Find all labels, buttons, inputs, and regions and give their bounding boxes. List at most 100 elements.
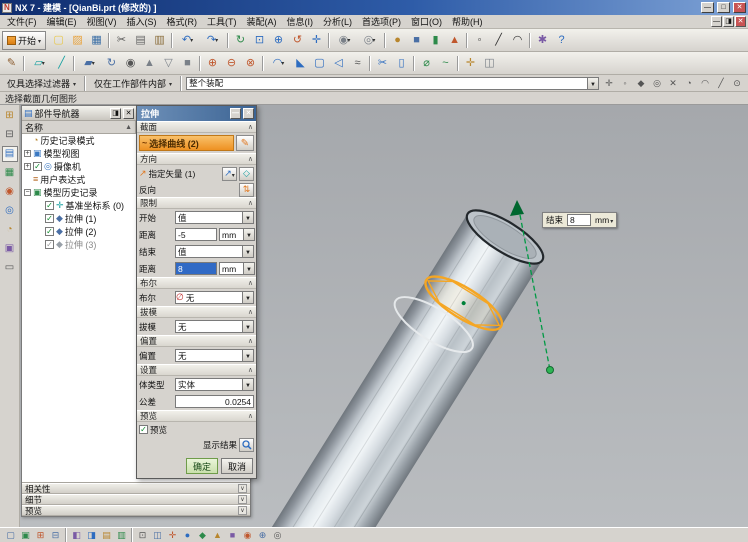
graphics-window[interactable]: Z X Y ▤ 部件导航器 名称 ▲ — [20, 105, 748, 527]
fit-view-icon[interactable]: ⊡ — [250, 31, 269, 50]
section-header-offset[interactable]: 偏置 — [137, 335, 256, 347]
close-button[interactable] — [733, 2, 746, 13]
document-close-button[interactable] — [735, 16, 746, 27]
analysis-icon[interactable]: ~ — [436, 54, 455, 73]
measure-icon[interactable]: ⌀ — [417, 54, 436, 73]
datum-plane-icon[interactable]: ▱ ▾ — [27, 54, 52, 73]
paste-icon[interactable]: ▥ — [150, 31, 169, 50]
trim-body-icon[interactable]: ✂ — [373, 54, 392, 73]
expand-chevron-icon[interactable] — [238, 484, 247, 493]
sphere-tool-icon[interactable]: ● — [388, 31, 407, 50]
new-icon[interactable]: ▢ — [49, 31, 68, 50]
start-distance-input[interactable]: -5 — [175, 228, 217, 241]
reverse-direction-button[interactable]: ⇅ — [239, 182, 254, 197]
snap-on-curve-icon[interactable]: ╱ — [713, 76, 729, 91]
cylinder-tool-icon[interactable]: ▮ — [426, 31, 445, 50]
tree-column-header[interactable]: 名称 ▲ — [22, 121, 136, 134]
navigator-section-preview[interactable]: 预览 — [22, 505, 250, 516]
point-tool-icon[interactable]: ◦ — [470, 31, 489, 50]
draft-icon[interactable]: ◁ — [329, 54, 348, 73]
arc-tool-icon[interactable]: ◠ — [508, 31, 527, 50]
dialog-close-button[interactable] — [243, 108, 254, 119]
csys-icon[interactable]: ✛ — [165, 529, 180, 542]
draft-combo[interactable]: 无 — [175, 320, 254, 333]
snapshot-icon[interactable]: ✱ — [533, 31, 552, 50]
help-icon[interactable]: ? — [552, 31, 571, 50]
selection-filter-dropdown[interactable]: 仅具选择过滤器 — [3, 77, 80, 90]
navigator-section-dependencies[interactable]: 相关性 — [22, 483, 250, 494]
section-header-settings[interactable]: 设置 — [137, 364, 256, 376]
web-browser-icon[interactable]: ◎ — [2, 203, 18, 219]
onscreen-distance-field[interactable]: 结束 8 mm — [542, 212, 618, 228]
copy-icon[interactable]: ▤ — [131, 31, 150, 50]
menu-item[interactable]: 编辑(E) — [42, 15, 82, 28]
cancel-button[interactable]: 取消 — [220, 458, 253, 474]
sketch-section-button[interactable]: ✎ — [236, 135, 254, 151]
document-minimize-button[interactable] — [711, 16, 722, 27]
pocket-icon[interactable]: ▽ — [159, 54, 178, 73]
boolean-combo[interactable]: ∅ 无 — [175, 291, 254, 304]
offset-combo[interactable]: 无 — [175, 349, 254, 362]
chamfer-icon[interactable]: ◣ — [291, 54, 310, 73]
circle-icon[interactable]: ◎ — [270, 529, 285, 542]
fit-icon[interactable]: ⊡ — [135, 529, 150, 542]
hole-icon[interactable]: ◉ — [121, 54, 140, 73]
wireframe-display-icon[interactable]: ◎ ▾ — [357, 31, 382, 50]
split-body-icon[interactable]: ▯ — [392, 54, 411, 73]
vector-constructor-button[interactable]: ↗ — [222, 166, 237, 181]
plus-icon[interactable]: ⊕ — [255, 529, 270, 542]
target-icon[interactable]: ◉ — [240, 529, 255, 542]
expand-chevron-icon[interactable] — [238, 495, 247, 504]
select-curve-button[interactable]: ~ 选择曲线 (2) — [139, 135, 234, 151]
navigator-section-details[interactable]: 细节 — [22, 494, 250, 505]
preview-checkbox[interactable] — [139, 425, 148, 434]
constraint-navigator-icon[interactable]: ⊟ — [2, 127, 18, 143]
thread-icon[interactable]: ≈ — [348, 54, 367, 73]
menu-item[interactable]: 插入(S) — [122, 15, 162, 28]
dialog-collapse-button[interactable] — [230, 108, 241, 119]
menu-item[interactable]: 帮助(H) — [447, 15, 488, 28]
part-navigator-icon[interactable]: ▤ — [1, 146, 18, 162]
menu-item[interactable]: 分析(L) — [318, 15, 357, 28]
datum-axis-icon[interactable]: ╱ — [52, 54, 71, 73]
assembly-scope-combo[interactable]: 整个装配 — [186, 76, 599, 90]
vector-dialog-button[interactable]: ◇ — [239, 166, 254, 181]
select-edge-icon[interactable]: ⊞ — [33, 529, 48, 542]
pad-icon[interactable]: ■ — [178, 54, 197, 73]
distance-drag-handle[interactable] — [546, 366, 554, 374]
feature-checkbox[interactable] — [45, 201, 54, 210]
menu-item[interactable]: 窗口(O) — [406, 15, 447, 28]
menu-item[interactable]: 装配(A) — [242, 15, 282, 28]
redo-icon[interactable]: ↷ ▾ — [200, 31, 225, 50]
diamond-icon[interactable]: ◆ — [195, 529, 210, 542]
history-icon[interactable]: ◔ — [2, 222, 18, 238]
sort-ascending-icon[interactable]: ▲ — [125, 124, 132, 131]
rotate-view-icon[interactable]: ↺ — [288, 31, 307, 50]
palette-icon[interactable]: ▣ — [2, 241, 18, 257]
snap-tangent-icon[interactable]: ◠ — [697, 76, 713, 91]
feature-checkbox[interactable] — [45, 227, 54, 236]
layer-icon[interactable]: ◧ — [69, 529, 84, 542]
open-icon[interactable]: ▨ — [68, 31, 87, 50]
intersect-icon[interactable]: ⊗ — [241, 54, 260, 73]
cut-icon[interactable]: ✂ — [112, 31, 131, 50]
sketch-icon[interactable]: ✎ — [2, 54, 21, 73]
distance-value-input[interactable]: 8 — [567, 214, 592, 226]
tree-expander-icon[interactable]: + — [24, 163, 31, 170]
menu-item[interactable]: 格式(R) — [162, 15, 203, 28]
end-unit-combo[interactable]: mm — [219, 262, 255, 275]
dialog-titlebar[interactable]: 拉伸 — [137, 106, 256, 121]
menu-item[interactable]: 视图(V) — [82, 15, 122, 28]
save-icon[interactable]: ▦ — [87, 31, 106, 50]
sphere-icon[interactable]: ● — [180, 529, 195, 542]
snap-center-icon[interactable]: ◎ — [649, 76, 665, 91]
snap-icon[interactable]: ▥ — [114, 529, 129, 542]
snap-intersection-icon[interactable]: ✕ — [665, 76, 681, 91]
minimize-button[interactable] — [701, 2, 714, 13]
section-header-preview[interactable]: 预览 — [137, 410, 256, 422]
reuse-library-icon[interactable]: ▦ — [2, 165, 18, 181]
roles-icon[interactable]: ▭ — [2, 260, 18, 276]
pin-button[interactable] — [110, 107, 121, 119]
menu-item[interactable]: 文件(F) — [2, 15, 42, 28]
snap-midpoint-icon[interactable]: ◆ — [633, 76, 649, 91]
